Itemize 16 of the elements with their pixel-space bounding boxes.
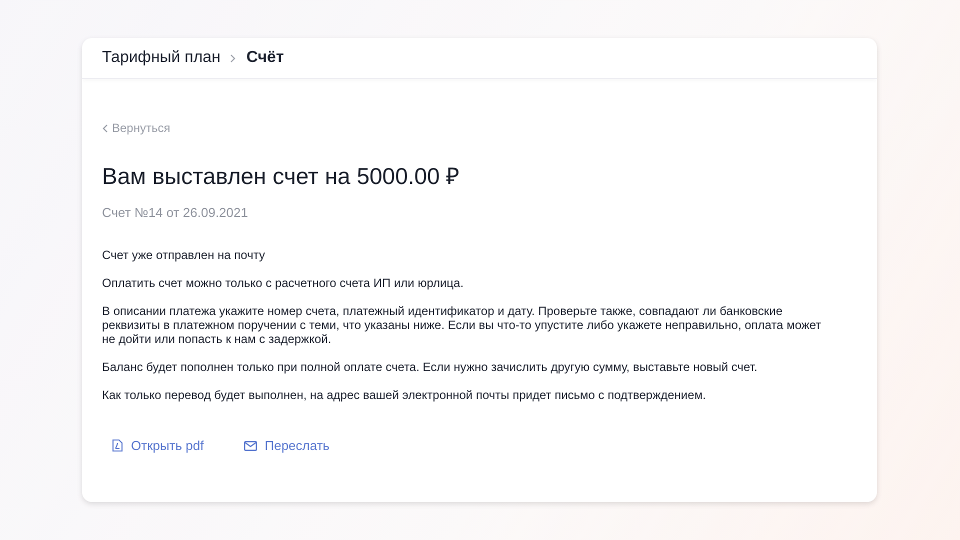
info-paragraph: Баланс будет пополнен только при полной оплате счета. Если нужно зачислить другую сумму, выставьте новый счет. xyxy=(102,360,758,374)
info-paragraph: Как только перевод будет выполнен, на адрес вашей электронной почты придет письмо с подтверждением. xyxy=(102,388,707,402)
document-icon xyxy=(112,439,123,452)
invoice-subtitle: Счет №14 от 26.09.2021 xyxy=(102,205,249,220)
open-pdf-button[interactable]: Открыть pdf xyxy=(112,438,204,453)
forward-button[interactable]: Переслать xyxy=(244,438,330,453)
back-link[interactable]: Вернуться xyxy=(102,121,170,135)
info-paragraph: Счет уже отправлен на почту xyxy=(102,248,266,262)
breadcrumb-item: Счёт xyxy=(246,49,284,67)
invoice-title: Вам выставлен счет на 5000.00 ₽ xyxy=(102,162,460,191)
chevron-right-icon xyxy=(230,54,236,62)
chevron-left-icon xyxy=(102,124,108,132)
info-paragraph: В описании платежа укажите номер счета, платежный идентификатор и дату. Проверьте также, совпадают ли банковские реквизиты в платежном поручении с теми, что указаны ниже. Если вы что-то упустите либо укажете неправильно, оплата может не дойти или попасть к нам с задержкой. xyxy=(102,304,822,346)
info-paragraph: Оплатить счет можно только с расчетного счета ИП или юрлица. xyxy=(102,276,465,290)
mail-icon xyxy=(244,440,257,450)
breadcrumb-item[interactable]: Тарифный план xyxy=(102,49,220,67)
